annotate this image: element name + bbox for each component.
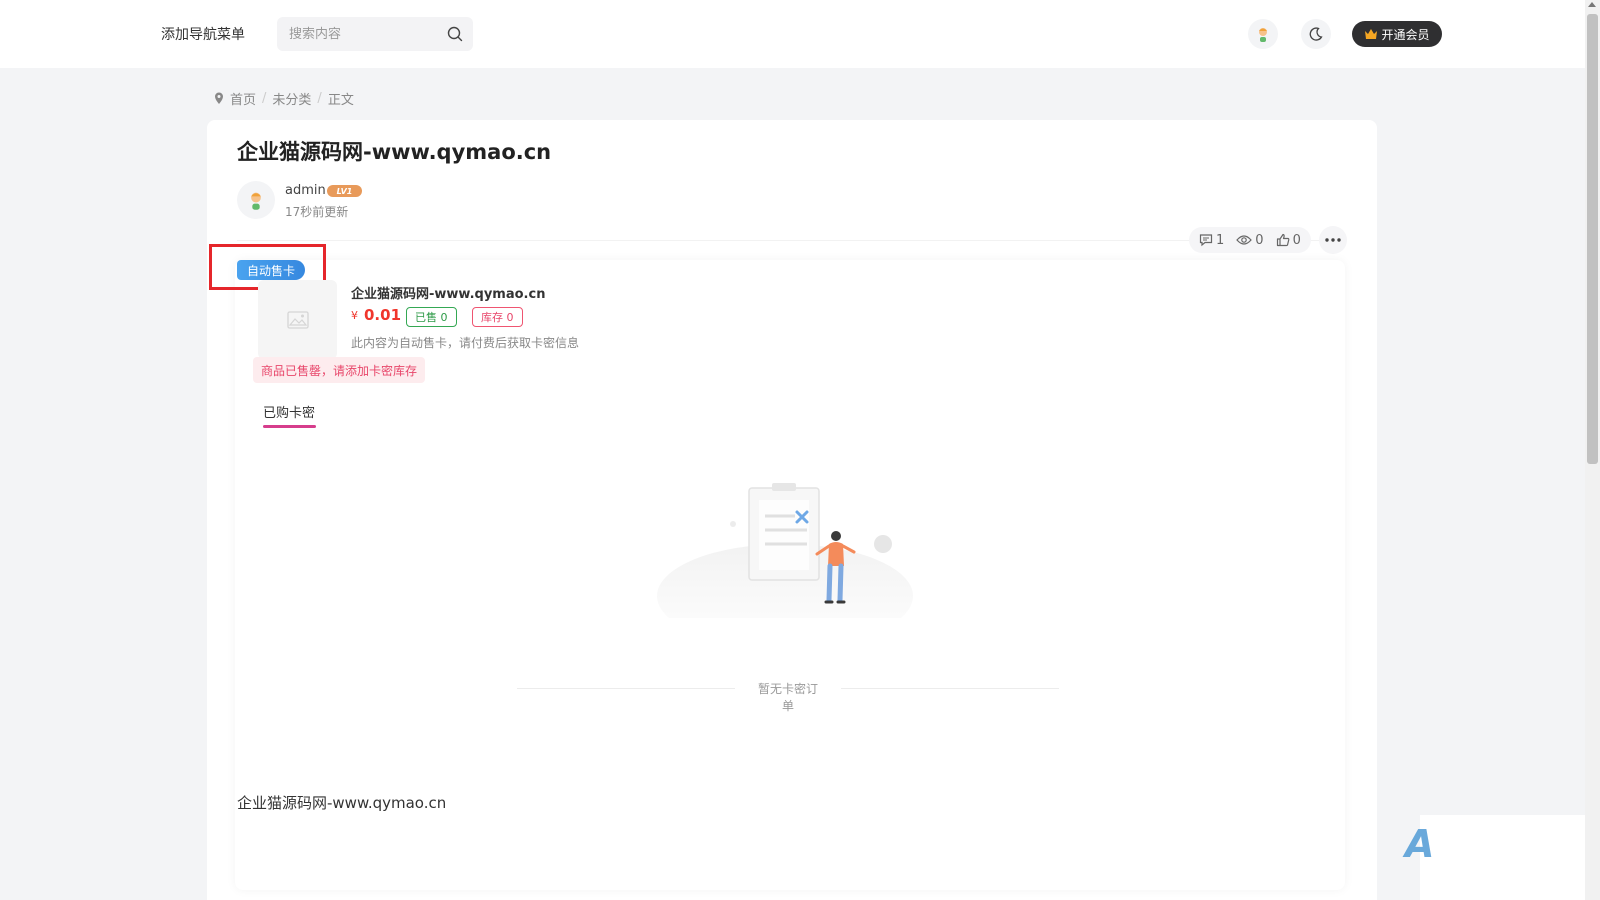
- empty-state-illustration: [657, 483, 913, 618]
- product-description: 此内容为自动售卡，请付费后获取卡密信息: [351, 336, 580, 350]
- search-icon[interactable]: [447, 26, 463, 42]
- sold-count-badge: 已售 0: [406, 307, 457, 327]
- tab-active-indicator: [263, 425, 316, 428]
- update-time: 17秒前更新: [285, 205, 349, 219]
- thumbs-up-icon: [1276, 233, 1289, 247]
- theme-toggle-button[interactable]: [1301, 19, 1331, 49]
- tab-purchased-cards[interactable]: 已购卡密: [263, 402, 315, 421]
- post-body-text: 企业猫源码网-www.qymao.cn: [237, 794, 447, 812]
- empty-divider-left: [517, 688, 735, 689]
- view-count: 0: [1236, 232, 1264, 248]
- like-count-value: 0: [1292, 232, 1301, 248]
- product-price: 0.01: [364, 306, 402, 324]
- auto-sell-tag: 自动售卡: [237, 260, 306, 280]
- soldout-notice: 商品已售罄，请添加卡密库存: [253, 357, 426, 383]
- breadcrumb-category[interactable]: 未分类: [272, 89, 311, 108]
- empty-state-text: 暂无卡密订单: [757, 682, 818, 713]
- author-avatar[interactable]: [237, 181, 275, 219]
- crown-icon: [1365, 29, 1378, 39]
- post-card: 企业猫源码网-www.qymao.cn admin LV1 17秒前更新 1 0: [207, 120, 1377, 900]
- like-button[interactable]: 0: [1276, 233, 1301, 248]
- user-avatar-button[interactable]: [1248, 19, 1278, 49]
- author-name[interactable]: admin: [285, 183, 326, 198]
- scroll-thumb[interactable]: [1587, 14, 1598, 464]
- empty-divider-right: [841, 688, 1059, 689]
- open-vip-button[interactable]: 开通会员: [1352, 21, 1442, 47]
- product-name: 企业猫源码网-www.qymao.cn: [351, 287, 546, 302]
- more-options-button[interactable]: [1319, 226, 1347, 254]
- comment-icon: [1199, 234, 1213, 247]
- comment-count[interactable]: 1: [1199, 233, 1224, 248]
- product-thumbnail: [258, 280, 337, 359]
- breadcrumb-separator: /: [317, 91, 322, 106]
- search-box[interactable]: [277, 17, 473, 51]
- view-count-value: 0: [1255, 232, 1264, 248]
- avatar-icon: [251, 192, 261, 210]
- search-input[interactable]: [289, 17, 439, 51]
- corner-overlay: [1420, 815, 1585, 900]
- image-placeholder-icon: [286, 310, 309, 329]
- vip-label: 开通会员: [1381, 27, 1430, 42]
- scroll-up-arrow-icon[interactable]: [1588, 2, 1596, 7]
- add-nav-menu-link[interactable]: 添加导航菜单: [161, 24, 245, 44]
- more-dots-icon: [1325, 238, 1341, 242]
- avatar-icon: [1259, 28, 1267, 42]
- location-pin-icon: [215, 92, 223, 104]
- breadcrumb-separator: /: [262, 91, 267, 106]
- eye-icon: [1236, 235, 1253, 245]
- post-title: 企业猫源码网-www.qymao.cn: [237, 140, 552, 164]
- divider: [237, 240, 1347, 241]
- breadcrumb: 首页 / 未分类 / 正文: [214, 89, 354, 108]
- breadcrumb-current: 正文: [327, 93, 354, 108]
- moon-icon: [1309, 27, 1323, 41]
- post-stats: 1 0 0: [1189, 227, 1311, 253]
- breadcrumb-home[interactable]: 首页: [230, 89, 256, 108]
- level-badge: LV1: [327, 185, 362, 197]
- comment-count-value: 1: [1216, 232, 1225, 248]
- corner-letter-fragment: A: [1405, 822, 1435, 866]
- top-header: 添加导航菜单 开通会员: [0, 0, 1585, 68]
- currency-symbol: ¥: [351, 309, 358, 322]
- stock-count-badge: 库存 0: [472, 307, 523, 327]
- page-scrollbar[interactable]: [1585, 0, 1600, 900]
